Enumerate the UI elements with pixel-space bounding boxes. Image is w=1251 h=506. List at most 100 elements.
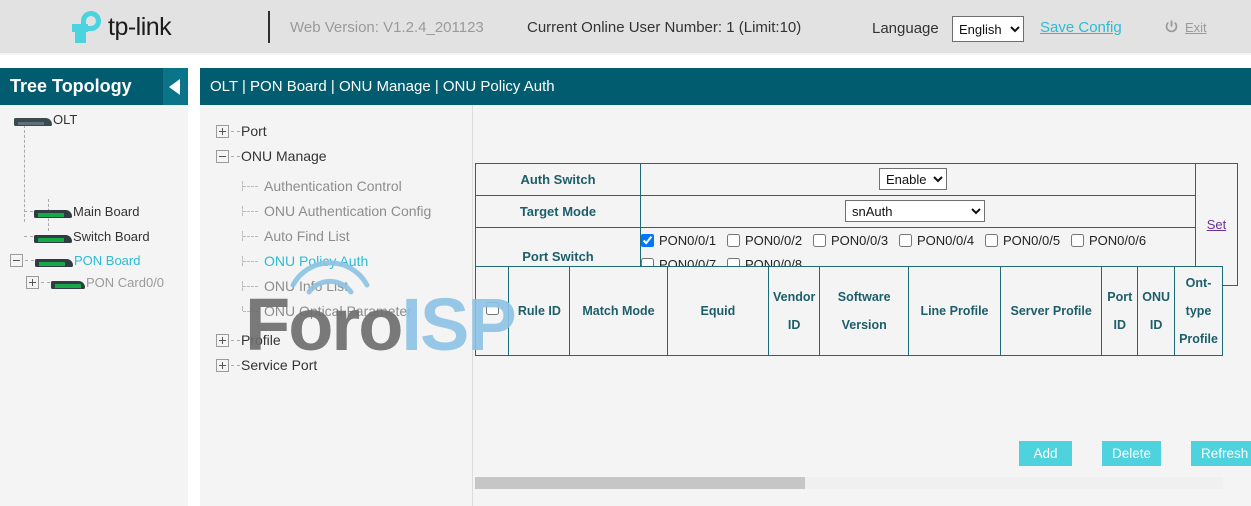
action-button-row: Add Delete Refresh — [1019, 441, 1251, 466]
menu-group-port[interactable]: Port — [216, 123, 267, 139]
set-link[interactable]: Set — [1207, 217, 1227, 232]
column-header-vendor-id: Vendor ID — [768, 267, 819, 356]
menu-item-onu-authentication-config[interactable]: ONU Authentication Config — [242, 203, 431, 219]
port-checkbox-input[interactable] — [727, 234, 740, 247]
port-checkbox-pon0-0-2[interactable]: PON0/0/2 — [727, 228, 813, 252]
menu-item-onu-optical-parameter[interactable]: ONU Optical Parameter — [242, 303, 412, 319]
tree-node-pon-card[interactable]: PON Card0/0 — [26, 275, 164, 290]
menu-group-label: Profile — [241, 332, 281, 348]
column-header-rule-id: Rule ID — [509, 267, 570, 356]
menu-item-label: ONU Optical Parameter — [264, 303, 412, 319]
tree-connector — [24, 236, 33, 237]
tree-topology-title: Tree Topology — [10, 76, 132, 97]
exit-link[interactable]: Exit — [1185, 20, 1207, 35]
menu-group-label: Service Port — [241, 357, 317, 373]
breadcrumb: OLT | PON Board | ONU Manage | ONU Polic… — [210, 78, 555, 95]
port-checkbox-pon0-0-5[interactable]: PON0/0/5 — [985, 228, 1071, 252]
device-icon — [14, 114, 52, 126]
top-header: tp-link Web Version: V1.2.4_201123 Curre… — [0, 0, 1251, 55]
menu-item-label: ONU Authentication Config — [264, 203, 431, 219]
port-checkbox-label: PON0/0/5 — [1003, 233, 1060, 248]
port-checkbox-input[interactable] — [1071, 234, 1084, 247]
tree-topology-panel: Tree Topology OLT Main Board Switch Boar… — [0, 68, 188, 506]
exit-group[interactable]: Exit — [1164, 20, 1207, 35]
work-panel: Auth Switch Enable Set Target Mode snA — [472, 105, 1251, 506]
menu-connector — [242, 306, 264, 316]
online-user-count-text: Current Online User Number: 1 (Limit:10) — [527, 19, 801, 36]
tree-connector — [41, 282, 50, 283]
port-checkbox-input[interactable] — [641, 234, 654, 247]
menu-group-label: ONU Manage — [241, 148, 327, 164]
card-icon — [51, 277, 85, 289]
tree-node-pon-board[interactable]: PON Board — [10, 253, 140, 268]
port-checkbox-input[interactable] — [985, 234, 998, 247]
port-checkbox-pon0-0-4[interactable]: PON0/0/4 — [899, 228, 985, 252]
tree-node-label: OLT — [53, 112, 77, 127]
form-row-target-mode: Target Mode snAuth — [476, 196, 1238, 228]
table-horizontal-scrollbar[interactable] — [475, 477, 1223, 489]
menu-group-onu-manage[interactable]: ONU Manage — [216, 148, 327, 164]
policy-rules-table: Rule ID Match Mode Equid Vendor ID Softw… — [475, 266, 1223, 356]
menu-item-onu-policy-auth[interactable]: ONU Policy Auth — [242, 253, 368, 269]
tree-node-label: Main Board — [73, 204, 139, 219]
auth-switch-select[interactable]: Enable — [879, 168, 947, 190]
port-checkbox-pon0-0-1[interactable]: PON0/0/1 — [641, 228, 727, 252]
language-select[interactable]: English — [952, 16, 1024, 42]
port-checkbox-input[interactable] — [813, 234, 826, 247]
tree-expander-plus-icon[interactable] — [216, 334, 229, 347]
port-checkbox-pon0-0-3[interactable]: PON0/0/3 — [813, 228, 899, 252]
menu-item-label: Authentication Control — [264, 178, 402, 194]
board-icon — [35, 255, 73, 267]
tree-expander-minus-icon[interactable] — [216, 150, 229, 163]
column-header-onu-id: ONU ID — [1138, 267, 1175, 356]
tree-expander-minus-icon[interactable] — [10, 254, 23, 267]
column-header-ont-type-profile: Ont-type Profile — [1175, 267, 1223, 356]
target-mode-select[interactable]: snAuth — [845, 200, 985, 222]
menu-item-label: ONU Info List — [264, 278, 348, 294]
menu-connector — [242, 206, 264, 216]
column-header-equid: Equid — [667, 267, 768, 356]
tree-node-main-board[interactable]: Main Board — [24, 204, 139, 219]
menu-connector — [231, 131, 240, 132]
board-icon — [34, 206, 72, 218]
port-checkbox-pon0-0-6[interactable]: PON0/0/6 — [1071, 228, 1157, 252]
menu-item-onu-info-list[interactable]: ONU Info List — [242, 278, 348, 294]
delete-button[interactable]: Delete — [1102, 441, 1161, 466]
menu-connector — [231, 156, 240, 157]
auth-switch-value-cell: Enable — [641, 164, 1196, 196]
port-checkbox-input[interactable] — [899, 234, 912, 247]
board-icon — [34, 231, 72, 243]
tree-node-label: PON Board — [74, 253, 140, 268]
power-icon — [1164, 20, 1179, 35]
tree-node-label: PON Card0/0 — [86, 275, 164, 290]
column-header-match-mode: Match Mode — [570, 267, 667, 356]
scrollbar-thumb[interactable] — [475, 477, 805, 489]
menu-item-authentication-control[interactable]: Authentication Control — [242, 178, 402, 194]
web-version-text: Web Version: V1.2.4_201123 — [290, 19, 484, 36]
tree-node-switch-board[interactable]: Switch Board — [24, 229, 150, 244]
tree-topology-header: Tree Topology — [0, 68, 188, 105]
target-mode-label: Target Mode — [476, 196, 641, 228]
save-config-link[interactable]: Save Config — [1040, 19, 1122, 36]
refresh-button[interactable]: Refresh — [1191, 441, 1251, 466]
menu-group-service-port[interactable]: Service Port — [216, 357, 317, 373]
tree-connector — [25, 260, 34, 261]
tree-node-olt[interactable]: OLT — [14, 112, 77, 127]
language-label: Language — [872, 20, 939, 37]
menu-group-profile[interactable]: Profile — [216, 332, 281, 348]
tree-expander-plus-icon[interactable] — [216, 125, 229, 138]
menu-connector — [242, 281, 264, 291]
menu-item-auto-find-list[interactable]: Auto Find List — [242, 228, 350, 244]
add-button[interactable]: Add — [1019, 441, 1072, 466]
menu-item-label: Auto Find List — [264, 228, 350, 244]
column-header-line-profile: Line Profile — [909, 267, 1001, 356]
menu-connector — [231, 340, 240, 341]
chevron-left-icon[interactable] — [163, 68, 188, 105]
menu-connector — [231, 365, 240, 366]
brand-name: tp-link — [108, 13, 171, 42]
menu-connector — [242, 256, 264, 266]
tree-expander-plus-icon[interactable] — [26, 276, 39, 289]
select-all-checkbox[interactable] — [486, 302, 499, 315]
port-checkbox-label: PON0/0/2 — [745, 233, 802, 248]
tree-expander-plus-icon[interactable] — [216, 359, 229, 372]
